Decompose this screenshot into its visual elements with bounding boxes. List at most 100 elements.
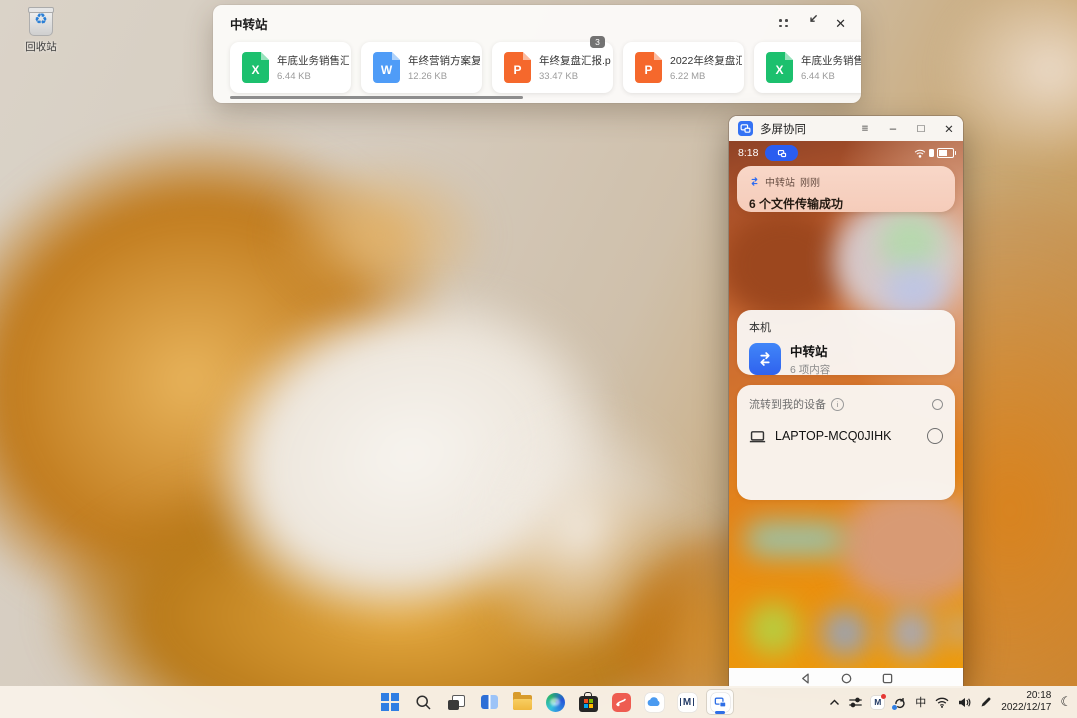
store-bag-icon: [578, 691, 598, 712]
close-button[interactable]: ✕: [935, 116, 963, 141]
start-button[interactable]: [376, 689, 404, 715]
speaker-icon: [959, 697, 971, 707]
file-size: 12.26 KB: [408, 71, 448, 82]
task-view-button[interactable]: [442, 689, 470, 715]
minimize-button[interactable]: –: [879, 116, 907, 141]
audio-mixer-tray-icon[interactable]: [849, 697, 863, 708]
transfer-station-count: 6 项内容: [790, 364, 831, 376]
battery-icon: [937, 148, 956, 158]
edge-icon: [545, 692, 565, 712]
home-button[interactable]: [841, 673, 852, 684]
phone-nav-bar: [729, 668, 963, 688]
file-card[interactable]: X 年底业务销售汇总... 6.44 KB: [230, 42, 351, 93]
hidden-icons-button[interactable]: [829, 699, 840, 706]
maximize-button[interactable]: □: [907, 116, 935, 141]
flow-devices-card: 流转到我的设备 i LAPTOP-MCQ0JIHK: [737, 385, 955, 500]
transfer-notification[interactable]: 中转站 刚刚 6 个文件传输成功: [737, 166, 955, 212]
chevron-up-icon: [830, 699, 840, 705]
pen-icon: [981, 697, 991, 707]
excel-file-icon: X: [242, 52, 269, 83]
back-button[interactable]: [800, 672, 811, 684]
file-card-list: X 年底业务销售汇总... 6.44 KB W 年终营销方案复盘... 12.2…: [230, 36, 861, 95]
file-size: 6.44 KB: [277, 71, 311, 82]
bluetooth-icon: [929, 149, 934, 157]
wifi-tray-icon[interactable]: [935, 697, 949, 708]
cloud-icon: [644, 692, 664, 712]
taskbar: M M 中 20:18 2022/12/17 ☾: [0, 686, 1077, 718]
file-card[interactable]: P 2022年终复盘汇... 6.22 MB: [623, 42, 744, 93]
ppt-file-icon: P: [504, 52, 531, 83]
sync-arrows-icon: [895, 697, 905, 708]
close-button[interactable]: ✕: [835, 17, 846, 30]
laptop-icon: [749, 430, 766, 442]
window-menu-button[interactable]: ≡: [851, 116, 879, 141]
m-app-button[interactable]: M: [673, 689, 701, 715]
transfer-icon: [751, 177, 758, 186]
volume-tray-icon[interactable]: [958, 697, 971, 708]
wallpaper-blur: [943, 611, 963, 647]
widgets-icon: [480, 695, 498, 709]
transfer-station-entry[interactable]: 中转站 6 项内容: [749, 341, 943, 377]
device-radio[interactable]: [927, 428, 943, 444]
m-app-icon: M: [677, 692, 697, 712]
local-device-card: 本机 中转站 6 项内容: [737, 310, 955, 377]
file-name: 年终营销方案复盘...: [408, 55, 480, 67]
do-not-disturb-icon[interactable]: ☾: [1060, 694, 1072, 710]
m-app-tray-icon[interactable]: M: [871, 693, 887, 709]
file-name: 年底业务销售汇总...: [277, 55, 349, 67]
file-explorer-button[interactable]: [508, 689, 536, 715]
search-button[interactable]: [409, 689, 437, 715]
screens-icon: [740, 124, 751, 133]
huawei-music-icon: [611, 692, 631, 712]
collapse-button[interactable]: [805, 14, 818, 32]
file-size: 6.44 KB: [801, 71, 835, 82]
recents-button[interactable]: [882, 673, 893, 684]
tray-time: 20:18: [1026, 690, 1052, 701]
file-name: 年底业务销售汇...: [801, 55, 861, 67]
microsoft-store-button[interactable]: [574, 689, 602, 715]
file-size: 33.47 KB: [539, 71, 579, 82]
recycle-arrows-icon: ♻: [34, 11, 48, 28]
edge-browser-button[interactable]: [541, 689, 569, 715]
file-card[interactable]: X 年底业务销售汇... 6.44 KB: [754, 42, 861, 93]
input-language-indicator[interactable]: 中: [915, 694, 926, 710]
excel-file-icon: X: [766, 52, 793, 83]
window-title: 多屏协同: [760, 123, 806, 136]
recycle-bin-shortcut[interactable]: ♻ 回收站: [13, 7, 69, 54]
multi-screen-collab-taskbar-button[interactable]: [706, 689, 734, 715]
screen-cast-pill[interactable]: [765, 145, 799, 161]
wallpaper-blur: [747, 603, 799, 655]
phone-screen: 8:18 中转站 刚刚 6 个文件传输成功 本机 中转站 6 项内容 流转到我的…: [729, 141, 963, 688]
taskbar-clock[interactable]: 20:18 2022/12/17: [1001, 690, 1051, 714]
phone-status-bar: 8:18: [729, 141, 963, 165]
huawei-music-button[interactable]: [607, 689, 635, 715]
horizontal-scrollbar[interactable]: [230, 96, 523, 99]
wallpaper-blur: [821, 609, 869, 657]
device-row[interactable]: LAPTOP-MCQ0JIHK: [749, 428, 943, 444]
windows-logo-icon: [381, 693, 399, 711]
notification-time: 刚刚: [800, 178, 820, 189]
pen-tray-icon[interactable]: [980, 696, 992, 708]
huawei-cloud-button[interactable]: [640, 689, 668, 715]
transfer-station-name: 中转站: [790, 345, 828, 359]
file-name: 年终复盘汇报.pptx: [539, 55, 611, 67]
local-device-header: 本机: [749, 322, 771, 334]
device-name: LAPTOP-MCQ0JIHK: [775, 429, 892, 443]
wifi-icon: [935, 697, 949, 708]
file-card[interactable]: 3 P 年终复盘汇报.pptx 33.47 KB: [492, 36, 613, 93]
radio-none[interactable]: [932, 398, 943, 410]
file-card[interactable]: W 年终营销方案复盘... 12.26 KB: [361, 42, 482, 93]
ppt-file-icon: P: [635, 52, 662, 83]
transfer-station-panel: 中转站 ✕ X 年底业务销售汇总... 6.44 KB W 年终营销方案复盘..…: [213, 5, 861, 103]
info-icon[interactable]: i: [831, 397, 844, 411]
tray-date: 2022/12/17: [1001, 702, 1052, 713]
notification-message: 6 个文件传输成功: [749, 197, 844, 211]
system-tray: M 中 20:18 2022/12/17 ☾: [829, 686, 1072, 718]
transfer-panel-title: 中转站: [230, 17, 268, 32]
sync-tray-icon[interactable]: [892, 696, 906, 710]
transfer-panel-header: 中转站 ✕: [230, 12, 846, 34]
file-name: 2022年终复盘汇...: [670, 55, 742, 67]
widgets-button[interactable]: [475, 689, 503, 715]
drag-handle-icon[interactable]: [779, 18, 788, 28]
mixer-icon: [849, 697, 863, 707]
